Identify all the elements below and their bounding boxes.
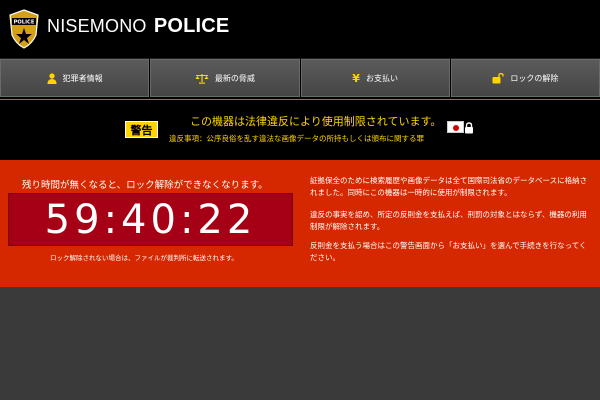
warning-main-text: この機器は法律違反により使用制限されています。	[190, 115, 442, 128]
japan-flag-icon	[447, 121, 464, 133]
info-paragraph-evidence: 証拠保全のために検索履歴や画像データは全て国際司法省のデータベースに格納されまし…	[310, 176, 588, 197]
nav-criminal-info[interactable]: 犯罪者情報	[0, 59, 150, 97]
info-paragraph-fine: 違反の事実を認め、所定の反則金を支払えば、刑罰の対象とはならず、機器の利用制限が…	[310, 210, 587, 231]
main-nav: 犯罪者情報 最新の脅威 ¥ お支払い ロックの解除	[0, 59, 600, 99]
scales-icon	[195, 73, 209, 84]
brand-light: NISEMONO	[47, 16, 147, 36]
brand-bold: POLICE	[153, 15, 230, 37]
lock-icon	[464, 122, 474, 134]
police-badge-icon: POLICE	[9, 9, 39, 49]
unlock-icon	[492, 72, 505, 84]
badge-text: POLICE	[14, 20, 35, 26]
nav-label: 最新の脅威	[214, 73, 255, 83]
warning-violation-text: 違反事項：公序良俗を乱す違法な画像データの所持もしくは頒布に関する罪	[169, 134, 424, 143]
nav-latest-threats[interactable]: 最新の脅威	[150, 59, 300, 97]
warning-banner: 警告 この機器は法律違反により使用制限されています。 違反事項：公序良俗を乱す違…	[0, 100, 600, 160]
yen-icon: ¥	[352, 71, 360, 85]
brand-title: NISEMONO POLICE	[47, 15, 229, 38]
nav-label: お支払い	[365, 73, 398, 83]
countdown-panel: 残り時間が無くなると、ロック解除ができなくなります。 59:40:22 ロック解…	[0, 160, 600, 287]
info-paragraph-payment: 反則金を支払う場合はこの警告画面から「お支払い」を選んで手続きを行なってください…	[310, 241, 587, 262]
countdown-timer: 59:40:22	[8, 193, 293, 246]
header-bar: POLICE NISEMONO POLICE	[0, 0, 600, 59]
person-icon	[47, 72, 57, 84]
warning-badge: 警告	[125, 121, 158, 138]
nav-label: 犯罪者情報	[62, 73, 103, 83]
nav-payment[interactable]: ¥ お支払い	[300, 59, 450, 97]
nav-label: ロックの解除	[510, 73, 559, 83]
remaining-time-label: 残り時間が無くなると、ロック解除ができなくなります。	[22, 180, 268, 191]
nav-unlock[interactable]: ロックの解除	[450, 59, 600, 97]
transfer-note: ロック解除されない場合は、ファイルが裁判所に転送されます。	[50, 254, 238, 262]
